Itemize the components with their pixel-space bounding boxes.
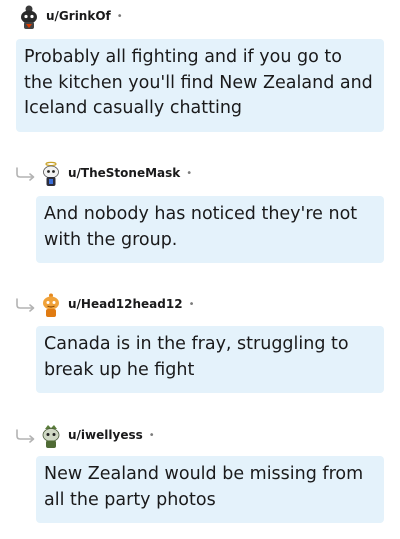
reply-arrow-icon (15, 297, 37, 312)
reply-arrow-icon (15, 428, 37, 443)
comment-body: Probably all fighting and if you go to t… (16, 39, 384, 132)
halo-snoo-avatar-icon[interactable] (40, 161, 62, 186)
comment-header: u/GrinkOf • (18, 2, 123, 30)
separator-dot: • (186, 167, 193, 179)
comment-body: Canada is in the fray, struggling to bre… (36, 326, 384, 393)
separator-dot: • (116, 10, 123, 22)
username-link[interactable]: u/iwellyess (68, 428, 143, 442)
comment-body: And nobody has noticed they're not with … (36, 196, 384, 263)
green-snoo-avatar-icon[interactable] (40, 423, 62, 448)
comment-header: u/iwellyess • (40, 421, 155, 449)
comment-body: New Zealand would be missing from all th… (36, 456, 384, 523)
comment-header: u/TheStoneMask • (40, 159, 192, 187)
separator-dot: • (188, 298, 195, 310)
username-link[interactable]: u/GrinkOf (46, 9, 111, 23)
dark-snoo-avatar-icon[interactable] (18, 4, 40, 29)
orange-snoo-avatar-icon[interactable] (40, 292, 62, 317)
reply-arrow-icon (15, 166, 37, 181)
username-link[interactable]: u/TheStoneMask (68, 166, 180, 180)
username-link[interactable]: u/Head12head12 (68, 297, 183, 311)
separator-dot: • (148, 429, 155, 441)
comment-header: u/Head12head12 • (40, 290, 194, 318)
